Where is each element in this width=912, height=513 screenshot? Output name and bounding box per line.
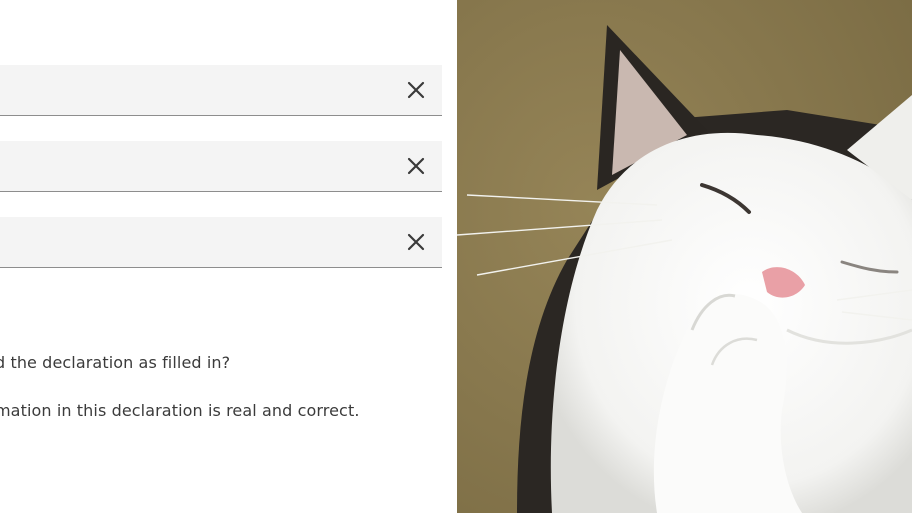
declaration-confirmation-text: mation in this declaration is real and c… (0, 401, 360, 420)
close-icon[interactable] (404, 154, 428, 178)
text-field-1[interactable] (0, 65, 442, 116)
cat-photo (457, 0, 912, 513)
cat-illustration (457, 0, 912, 513)
close-icon[interactable] (404, 78, 428, 102)
declaration-question-text: d the declaration as filled in? (0, 353, 231, 372)
declaration-question: d the declaration as filled in? (0, 353, 230, 372)
text-field-3[interactable] (0, 217, 442, 268)
text-field-2[interactable] (0, 141, 442, 192)
page: d the declaration as filled in? mation i… (0, 0, 912, 513)
close-icon[interactable] (404, 230, 428, 254)
text-field-2-input[interactable] (0, 141, 390, 191)
text-field-1-input[interactable] (0, 65, 390, 115)
declaration-form: d the declaration as filled in? mation i… (0, 0, 457, 513)
text-field-3-input[interactable] (0, 217, 390, 267)
declaration-confirmation[interactable]: mation in this declaration is real and c… (0, 401, 360, 420)
